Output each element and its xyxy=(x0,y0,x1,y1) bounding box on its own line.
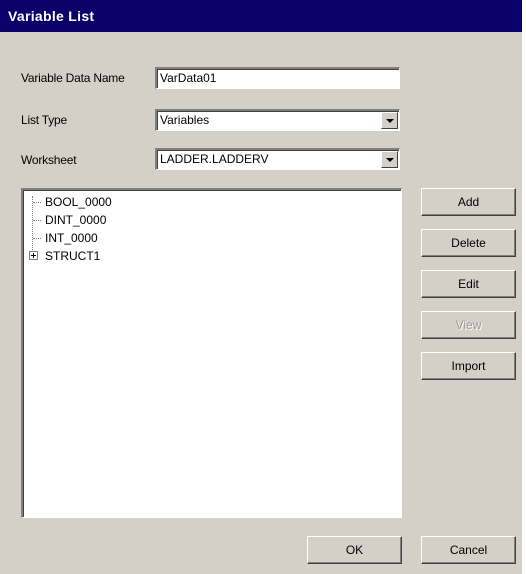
cancel-button[interactable]: Cancel xyxy=(421,536,516,564)
add-button[interactable]: Add xyxy=(421,188,516,216)
tree-item-label: DINT_0000 xyxy=(45,213,107,227)
variable-data-name-input[interactable]: VarData01 xyxy=(155,67,400,89)
chevron-down-icon[interactable] xyxy=(381,112,398,129)
tree-branch-line xyxy=(33,220,41,221)
worksheet-label: Worksheet xyxy=(21,153,77,167)
variable-tree[interactable]: BOOL_0000 DINT_0000 INT_0000 STRUCT1 xyxy=(21,188,402,518)
worksheet-combo[interactable]: LADDER.LADDERV xyxy=(155,148,400,170)
tree-connector-line xyxy=(32,196,33,254)
list-type-label: List Type xyxy=(21,113,68,127)
view-button[interactable]: View xyxy=(421,311,516,339)
tree-item-label: BOOL_0000 xyxy=(45,195,112,209)
chevron-down-icon[interactable] xyxy=(381,151,398,168)
worksheet-value: LADDER.LADDERV xyxy=(160,152,269,166)
list-type-combo[interactable]: Variables xyxy=(155,109,400,131)
ok-button[interactable]: OK xyxy=(307,536,402,564)
variable-data-name-label: Variable Data Name xyxy=(21,71,125,85)
tree-item-label: STRUCT1 xyxy=(45,249,101,263)
delete-button[interactable]: Delete xyxy=(421,229,516,257)
dialog-title: Variable List xyxy=(0,0,522,32)
expand-plus-icon[interactable] xyxy=(29,251,38,260)
import-button[interactable]: Import xyxy=(421,352,516,380)
tree-item-label: INT_0000 xyxy=(45,231,98,245)
variable-list-dialog: Variable List Variable Data Name VarData… xyxy=(0,0,522,574)
tree-branch-line xyxy=(33,202,41,203)
tree-branch-line xyxy=(33,238,41,239)
edit-button[interactable]: Edit xyxy=(421,270,516,298)
list-type-value: Variables xyxy=(160,113,210,127)
